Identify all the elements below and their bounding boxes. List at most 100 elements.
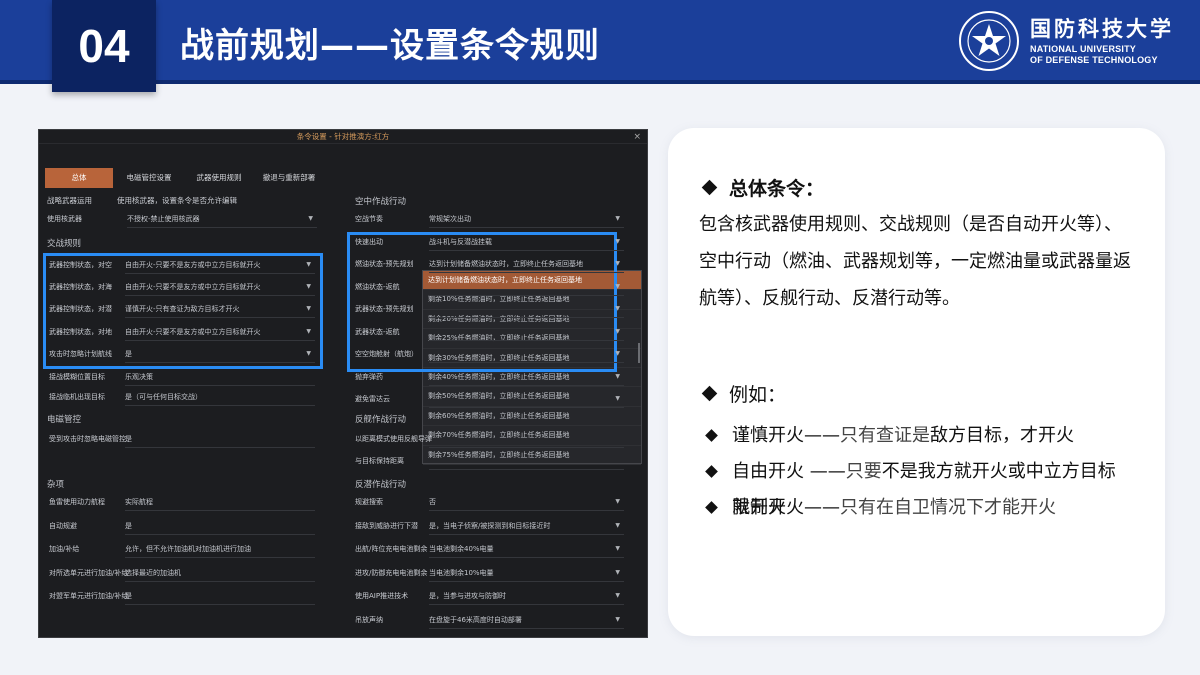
setting-row: 武器状态-返航 ▼ [355,323,624,341]
setting-label: 武器控制状态，对潜 [49,305,112,314]
setting-row: 使用AIP推进技术 是，当参与进攻与防御时 ▼ [355,587,624,605]
diamond-bullet-icon [705,501,718,514]
chevron-down-icon: ▼ [615,568,620,576]
setting-select[interactable]: 是，当参与进攻与防御时 ▼ [429,587,624,605]
setting-label: 燃油状态-预先规划 [355,260,414,268]
setting-label: 抛弃弹药 [355,372,383,381]
setting-label: 鱼雷使用动力航程 [49,498,105,506]
setting-row: 避免雷达云 ▼ [355,390,624,408]
setting-label: 空战节奏 [355,215,383,223]
setting-select[interactable]: ▼ [429,345,624,363]
setting-label: 武器状态-预先规划 [355,305,414,313]
setting-select[interactable]: 是，当电子侦察/被探测到和目标接近时 ▼ [429,517,624,535]
setting-select[interactable]: 当电池剩余40%电量 ▼ [429,540,624,558]
asw-section-title: 反潜作战行动 [355,480,407,490]
page-title: 战前规划——设置条令规则 [180,26,600,66]
setting-select[interactable]: 在盘旋于46米高度时自动部署 ▼ [429,611,624,629]
setting-select[interactable]: ▼ [429,390,624,408]
emcon-section-title: 电磁管控 [47,415,82,425]
chevron-down-icon: ▼ [615,260,620,267]
setting-value: 乐观决策 [125,373,153,381]
tab-emcon[interactable]: 电磁管控设置 [115,168,183,188]
close-icon[interactable]: × [633,130,641,144]
setting-value: 战斗机与反潜战挂载 [429,237,492,246]
setting-select[interactable]: 自由开火-只要不是友方或中立方目标就开火 ▼ [125,323,315,341]
setting-row: 进攻/防御充电电池剩余 当电池剩余10%电量 ▼ [355,564,624,582]
setting-row: 燃油状态-预先规划 达到计划储备燃油状态时，立即终止任务返回基地 ▼ [355,255,624,273]
setting-value: 当电池剩余40%电量 [429,545,494,553]
setting-label: 吊放声纳 [355,615,383,624]
setting-select[interactable]: 自由开火-只要不是友方或中立方目标就开火 ▼ [125,278,315,297]
example-desc: 只有在自卫情况下才能开火 [840,497,1056,518]
setting-select[interactable]: 是 [125,517,315,535]
setting-value: 是，当参与进攻与防御时 [429,592,506,600]
setting-select[interactable]: 是 ▼ [125,345,315,363]
chevron-down-icon: ▼ [308,215,313,222]
setting-row: 加油/补给 允许，但不允许加油机对加油机进行加油 [49,540,315,558]
example-heading: 例如： [701,380,786,407]
chevron-down-icon: ▼ [615,282,620,290]
setting-select[interactable]: 战斗机与反潜战挂载 ▼ [429,233,624,251]
chevron-down-icon: ▼ [615,592,620,599]
setting-select[interactable] [429,430,624,448]
setting-select[interactable]: 达到计划储备燃油状态时，立即终止任务返回基地 ▼ [429,255,624,273]
setting-row: 接战临机出现目标 是（可与任何目标交战） [49,388,315,406]
nuclear-select[interactable]: 不授权-禁止使用核武器 ▼ [127,210,317,228]
setting-select[interactable]: ▼ [429,300,624,318]
setting-label: 武器控制状态，对地 [49,327,112,336]
tab-weapon-rules[interactable]: 武器使用规则 [185,168,253,188]
setting-select[interactable]: ▼ [429,278,624,296]
university-logo-icon [959,11,1019,71]
setting-select[interactable]: 是 [125,430,315,448]
nuclear-label: 使用核武器 [47,215,82,223]
setting-select[interactable]: 否 ▼ [429,493,624,511]
setting-label: 避免雷达云 [355,395,390,403]
setting-label: 对盟军单元进行加油/补给 [49,592,129,600]
dropdown-scrollbar[interactable] [638,343,640,363]
chevron-down-icon: ▼ [615,521,620,529]
chevron-down-icon: ▼ [615,372,620,380]
example-item: 谨慎开火——只有查证是敌方目标，才开火 [704,418,1124,454]
setting-select[interactable]: 是（可与任何目标交战） [125,388,315,406]
dialog-title-text: 条令设置 - 针对推演方:红方 [296,132,390,141]
dropdown-option[interactable]: 剩余60%任务燃油时，立即终止任务返回基地 [423,407,641,427]
setting-row: 攻击时忽略计划航线是 ▼ [49,345,315,363]
setting-select[interactable]: 常规架次出动 ▼ [429,210,624,228]
setting-row: 以距离模式使用反舰导弹 [355,430,624,448]
engagement-section-title: 交战规则 [47,239,82,249]
setting-select[interactable]: 实际航程 [125,493,315,511]
example-desc: 只要 [845,461,882,482]
setting-row: 武器控制状态，对海 自由开火-只要不是友方或中立方目标就开火 ▼ [49,278,315,297]
setting-select[interactable]: 当电池剩余10%电量 ▼ [429,564,624,582]
diamond-bullet-icon [705,429,718,442]
setting-row: 与目标保持距离 [355,452,624,470]
setting-select[interactable]: ▼ [429,323,624,341]
setting-select[interactable] [429,452,624,470]
setting-select[interactable]: 谨慎开火-只有查证为敌方目标才开火 ▼ [125,300,315,319]
tab-general[interactable]: 总体 [45,168,113,188]
chevron-down-icon: ▼ [615,615,620,623]
setting-select[interactable]: 选择最近的加油机 [125,564,315,582]
nuclear-value: 不授权-禁止使用核武器 [127,215,200,223]
setting-select[interactable]: ▼ [429,368,624,386]
setting-value: 是 [125,521,132,530]
setting-select[interactable]: 允许，但不允许加油机对加油机进行加油 [125,540,315,558]
setting-row: 抛弃弹药 ▼ [355,368,624,386]
setting-select[interactable]: 自由开火-只要不是友方或中立方目标就开火 ▼ [125,256,315,274]
air-section-title: 空中作战行动 [355,197,407,207]
setting-select[interactable]: 乐观决策 [125,368,315,386]
chevron-down-icon: ▼ [615,327,620,335]
anti-ship-section-title: 反舰作战行动 [355,415,407,425]
setting-select[interactable]: 是 [125,587,315,605]
chevron-down-icon: ▼ [615,498,620,505]
doctrine-settings-dialog: 条令设置 - 针对推演方:红方 × 总体 电磁管控设置 武器使用规则 撤退与重新… [38,129,648,638]
setting-row: 对盟军单元进行加油/补给是 [49,587,315,605]
setting-label: 接战临机出现目标 [49,393,105,401]
tab-withdraw-redeploy[interactable]: 撤退与重新部署 [255,168,323,188]
misc-section-title: 杂项 [47,480,65,490]
header-accent-line [0,80,1200,84]
general-doctrine-heading-text: 总体条令： [729,178,825,200]
example-rest: 敌方目标，才开火 [930,425,1074,446]
setting-row: 规避搜索否 ▼ [355,493,624,511]
chevron-down-icon: ▼ [306,261,311,268]
